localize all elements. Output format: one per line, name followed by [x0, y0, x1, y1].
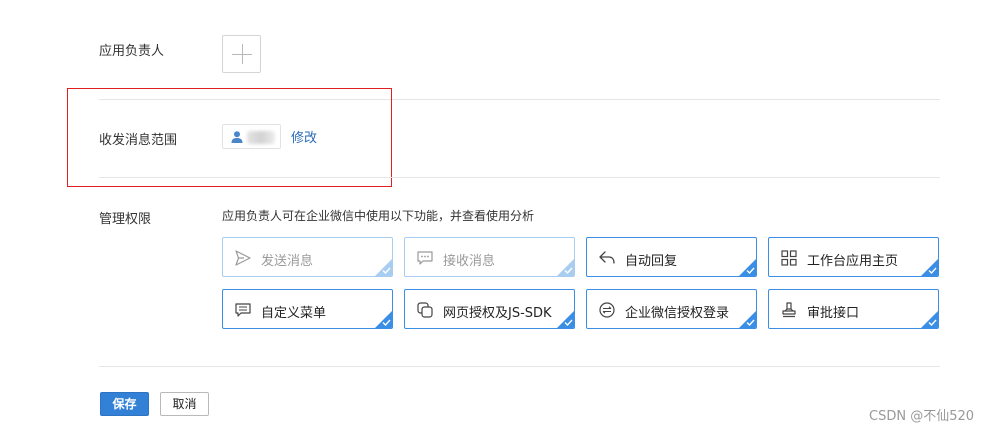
permission-label: 网页授权及JS-SDK: [443, 306, 552, 321]
permission-label: 发送消息: [261, 254, 314, 269]
owner-label: 应用负责人: [99, 44, 165, 59]
check-icon: [382, 267, 391, 274]
permission-web-auth-jssdk[interactable]: 网页授权及JS-SDK: [404, 289, 575, 329]
check-icon: [564, 319, 573, 326]
permission-receive-message[interactable]: 接收消息: [404, 237, 575, 277]
permission-label: 企业微信授权登录: [625, 306, 730, 321]
check-icon: [564, 267, 573, 274]
permission-label: 工作台应用主页: [807, 254, 899, 269]
divider: [99, 366, 940, 367]
permission-wecom-login[interactable]: 企业微信授权登录: [586, 289, 757, 329]
save-button[interactable]: 保存: [100, 392, 149, 416]
login-icon: [599, 302, 615, 318]
check-icon: [746, 319, 755, 326]
permission-label: 审批接口: [807, 306, 860, 321]
reply-icon: [599, 251, 615, 264]
highlight-box: [67, 88, 392, 187]
permission-approval-api[interactable]: 审批接口: [768, 289, 939, 329]
permissions-description: 应用负责人可在企业微信中使用以下功能，并查看使用分析: [222, 209, 535, 223]
permissions-label: 管理权限: [99, 212, 152, 227]
check-icon: [382, 319, 391, 326]
permission-label: 自定义菜单: [261, 306, 327, 321]
add-owner-button[interactable]: [222, 35, 261, 73]
check-icon: [746, 267, 755, 274]
send-icon: [235, 250, 251, 266]
permission-workbench-homepage[interactable]: 工作台应用主页: [768, 237, 939, 277]
check-icon: [928, 267, 937, 274]
permission-custom-menu[interactable]: 自定义菜单: [222, 289, 393, 329]
permission-auto-reply[interactable]: 自动回复: [586, 237, 757, 277]
stamp-icon: [782, 302, 796, 318]
permission-label: 自动回复: [625, 254, 678, 269]
chat-bubble-icon: [417, 251, 433, 265]
divider: [99, 177, 940, 178]
cancel-button[interactable]: 取消: [160, 392, 209, 416]
permission-label: 接收消息: [443, 254, 496, 269]
copy-link-icon: [417, 302, 433, 318]
watermark: CSDN @不仙520: [869, 409, 975, 424]
check-icon: [928, 319, 937, 326]
grid-icon: [781, 250, 797, 266]
menu-icon: [235, 303, 251, 317]
permission-send-message[interactable]: 发送消息: [222, 237, 393, 277]
